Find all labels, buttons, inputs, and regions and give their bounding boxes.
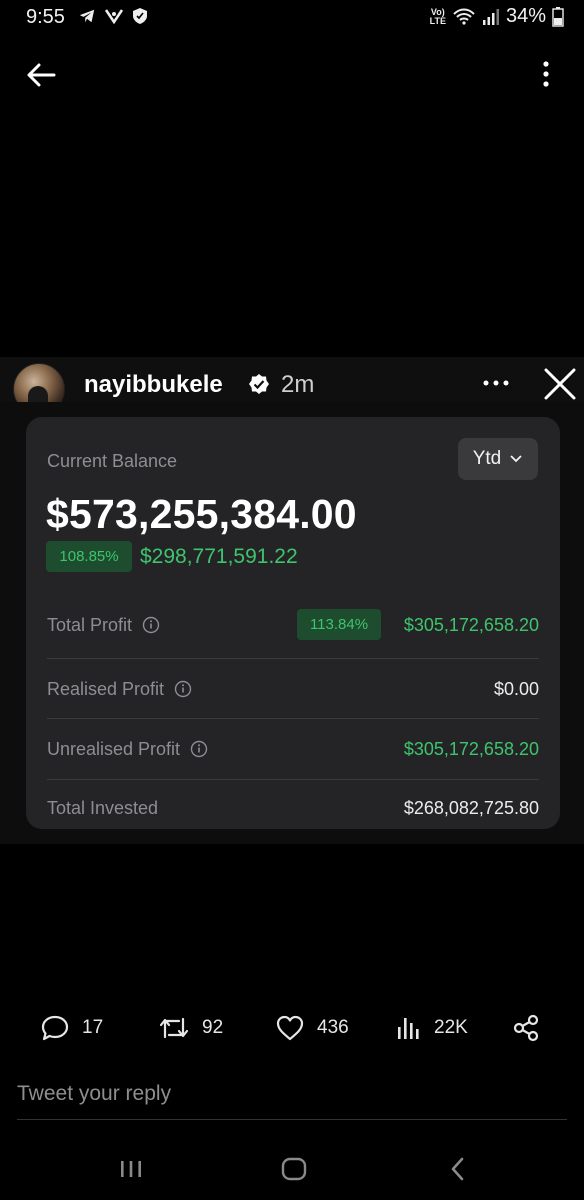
volte-indicator: Vo) LTE bbox=[429, 6, 446, 26]
post-time: 2m bbox=[281, 371, 315, 398]
verified-icon bbox=[249, 374, 269, 394]
views-count: 22K bbox=[434, 1017, 468, 1038]
battery-icon bbox=[552, 6, 564, 27]
status-notification-icons bbox=[78, 7, 148, 25]
unrealised-profit-label: Unrealised Profit bbox=[47, 738, 181, 759]
back-nav-icon[interactable] bbox=[443, 1154, 473, 1184]
recents-icon[interactable] bbox=[116, 1154, 146, 1184]
retweet-count: 92 bbox=[202, 1017, 224, 1038]
current-balance-label: Current Balance bbox=[47, 451, 178, 471]
unrealised-profit-label-wrap: Unrealised Profit bbox=[47, 719, 208, 779]
home-icon[interactable] bbox=[279, 1154, 309, 1184]
status-bar: 9:55 Vo) LTE 34% bbox=[0, 0, 584, 36]
total-profit-label-wrap: Total Profit bbox=[47, 595, 160, 655]
total-profit-value: $305,172,658.20 bbox=[403, 614, 539, 635]
android-nav-bar bbox=[0, 1148, 584, 1188]
realised-profit-value: $0.00 bbox=[493, 678, 539, 699]
status-time: 9:55 bbox=[26, 6, 65, 28]
back-arrow-icon[interactable] bbox=[24, 58, 58, 92]
views-icon bbox=[398, 1018, 419, 1039]
retweet-icon bbox=[159, 1017, 189, 1039]
info-icon bbox=[174, 680, 192, 698]
change-percent-badge: 108.85% bbox=[46, 541, 132, 572]
change-amount: $298,771,591.22 bbox=[140, 545, 298, 568]
telegram-icon bbox=[79, 9, 95, 23]
realised-profit-label: Realised Profit bbox=[47, 678, 165, 699]
reply-button[interactable]: 17 bbox=[40, 1008, 103, 1048]
reply-icon bbox=[41, 1015, 69, 1041]
share-button[interactable] bbox=[512, 1008, 540, 1048]
battery-percent: 34% bbox=[505, 5, 546, 27]
close-icon[interactable] bbox=[541, 365, 579, 403]
chevron-down-icon bbox=[510, 455, 522, 463]
like-count: 436 bbox=[317, 1017, 349, 1038]
signal-icon bbox=[482, 8, 499, 25]
realised-profit-label-wrap: Realised Profit bbox=[47, 659, 192, 719]
like-button[interactable]: 436 bbox=[275, 1008, 349, 1048]
more-vertical-icon[interactable] bbox=[536, 58, 556, 92]
total-invested-value: $268,082,725.80 bbox=[403, 797, 539, 818]
total-profit-row: Total Profit 113.84% $305,172,658.20 bbox=[47, 595, 539, 655]
total-invested-row: Total Invested $268,082,725.80 bbox=[47, 780, 539, 836]
shield-icon bbox=[133, 8, 147, 24]
reply-underline bbox=[17, 1119, 567, 1120]
realised-profit-row: Realised Profit $0.00 bbox=[47, 659, 539, 719]
portfolio-card: Current Balance Ytd $573,255,384.00 108.… bbox=[26, 417, 560, 829]
reply-count: 17 bbox=[82, 1017, 104, 1038]
status-system-icons: Vo) LTE 34% bbox=[430, 5, 564, 28]
tweet-actions: 17 92 436 22K bbox=[0, 1008, 584, 1048]
current-balance-value: $573,255,384.00 bbox=[46, 491, 357, 537]
post-image[interactable]: Current Balance Ytd $573,255,384.00 108.… bbox=[0, 402, 584, 844]
total-invested-label-wrap: Total Invested bbox=[47, 780, 158, 836]
info-icon bbox=[142, 616, 160, 634]
username[interactable]: nayibbukele bbox=[84, 371, 223, 399]
total-profit-label: Total Profit bbox=[47, 614, 133, 635]
reply-input[interactable]: Tweet your reply bbox=[17, 1082, 171, 1106]
period-value: Ytd bbox=[472, 448, 502, 469]
share-icon bbox=[513, 1014, 539, 1042]
period-dropdown: Ytd bbox=[458, 438, 538, 480]
wifi-icon bbox=[453, 8, 475, 25]
unrealised-profit-value: $305,172,658.20 bbox=[403, 738, 539, 759]
heart-icon bbox=[276, 1015, 304, 1041]
more-horizontal-icon[interactable] bbox=[478, 371, 514, 395]
total-profit-percent-badge: 113.84% bbox=[297, 609, 381, 640]
info-icon bbox=[190, 740, 208, 758]
vpn-icon bbox=[104, 9, 124, 25]
unrealised-profit-row: Unrealised Profit $305,172,658.20 bbox=[47, 719, 539, 779]
total-invested-label: Total Invested bbox=[47, 797, 159, 818]
retweet-button[interactable]: 92 bbox=[158, 1008, 223, 1048]
views-button[interactable]: 22K bbox=[396, 1008, 468, 1048]
